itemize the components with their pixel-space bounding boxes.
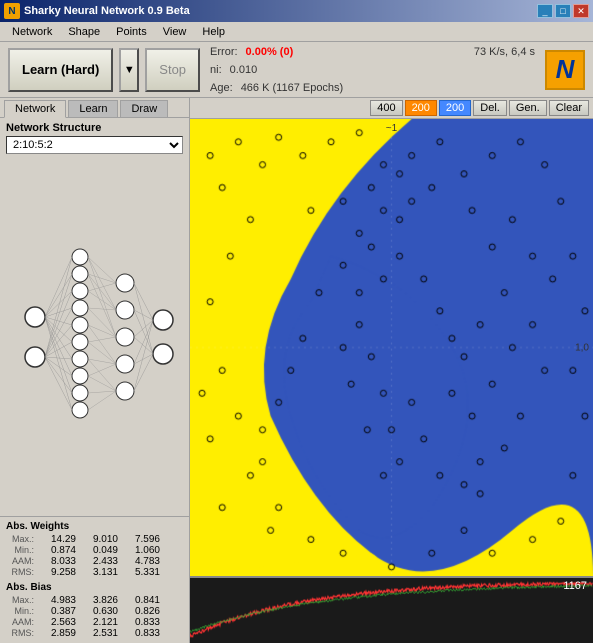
- tab-network[interactable]: Network: [4, 100, 66, 118]
- menu-points[interactable]: Points: [108, 24, 155, 40]
- tab-draw[interactable]: Draw: [120, 100, 168, 117]
- title-bar: N Sharky Neural Network 0.9 Beta _ □ ✕: [0, 0, 593, 22]
- canvas-right-label: 1,0: [575, 342, 589, 353]
- error-label: Error:: [210, 43, 238, 61]
- dropdown-arrow: ▼: [124, 64, 135, 76]
- stop-button[interactable]: Stop: [145, 48, 200, 92]
- abs-weights-title: Abs. Weights: [6, 521, 183, 532]
- nn-diagram: [0, 158, 189, 516]
- menu-bar: Network Shape Points View Help: [0, 22, 593, 42]
- window-controls: _ □ ✕: [537, 4, 589, 18]
- learn-button[interactable]: Learn (Hard): [8, 48, 113, 92]
- w-max-v1: 14.29: [36, 534, 78, 545]
- b-max-label: Max.:: [6, 595, 36, 606]
- b-rms-v3: 0.833: [120, 628, 162, 639]
- minimize-button[interactable]: _: [537, 4, 553, 18]
- gen-button[interactable]: Gen.: [509, 100, 547, 116]
- b-max-v1: 4.983: [36, 595, 78, 606]
- age-value: 466 K (1167 Epochs): [241, 79, 344, 97]
- epoch-label: 1167: [563, 580, 587, 592]
- abs-weights-grid: Max.: 14.29 9.010 7.596 Min.: 0.874 0.04…: [6, 534, 183, 578]
- app-wrapper: N Sharky Neural Network 0.9 Beta _ □ ✕ N…: [0, 0, 593, 643]
- b-aam-v1: 2.563: [36, 617, 78, 628]
- w-max-label: Max.:: [6, 534, 36, 545]
- canvas-top-label: ~1: [386, 123, 397, 134]
- b-rms-v1: 2.859: [36, 628, 78, 639]
- app-icon: N: [4, 3, 20, 19]
- view-toolbar: 400 200 200 Del. Gen. Clear: [190, 98, 593, 119]
- b-min-v1: 0.387: [36, 606, 78, 617]
- del-button[interactable]: Del.: [473, 100, 507, 116]
- abs-bias-title: Abs. Bias: [6, 582, 183, 593]
- abs-bias-grid: Max.: 4.983 3.826 0.841 Min.: 0.387 0.63…: [6, 595, 183, 639]
- b-rms-v2: 2.531: [78, 628, 120, 639]
- ni-row: ni: 0.010: [210, 61, 535, 79]
- b-max-v2: 3.826: [78, 595, 120, 606]
- b-min-label: Min.:: [6, 606, 36, 617]
- b-aam-v3: 0.833: [120, 617, 162, 628]
- network-structure-label: Network Structure: [0, 118, 189, 136]
- content-area: Network Learn Draw Network Structure 2:1…: [0, 98, 593, 643]
- speed-value: 73 K/s, 6,4 s: [474, 43, 535, 61]
- left-panel: Network Learn Draw Network Structure 2:1…: [0, 98, 190, 643]
- btn-200a[interactable]: 200: [405, 100, 437, 116]
- clear-button[interactable]: Clear: [549, 100, 589, 116]
- w-min-v1: 0.874: [36, 545, 78, 556]
- b-min-v2: 0.630: [78, 606, 120, 617]
- n-logo: N: [545, 50, 585, 90]
- w-min-v2: 0.049: [78, 545, 120, 556]
- w-aam-label: AAM:: [6, 556, 36, 567]
- age-row: Age: 466 K (1167 Epochs): [210, 79, 535, 97]
- stats-section: Abs. Weights Max.: 14.29 9.010 7.596 Min…: [0, 516, 189, 643]
- b-rms-label: RMS:: [6, 628, 36, 639]
- b-max-v3: 0.841: [120, 595, 162, 606]
- tab-bar: Network Learn Draw: [0, 98, 189, 118]
- menu-view[interactable]: View: [155, 24, 195, 40]
- w-min-label: Min.:: [6, 545, 36, 556]
- close-button[interactable]: ✕: [573, 4, 589, 18]
- error-row: Error: 0.00% (0) 73 K/s, 6,4 s: [210, 43, 535, 61]
- error-chart-canvas[interactable]: [190, 578, 593, 643]
- menu-help[interactable]: Help: [194, 24, 233, 40]
- scatter-area: ~1 1,0: [190, 119, 593, 576]
- right-panel: 400 200 200 Del. Gen. Clear ~1 1,0 1167: [190, 98, 593, 643]
- w-aam-v1: 8.033: [36, 556, 78, 567]
- b-aam-label: AAM:: [6, 617, 36, 628]
- toolbar: Learn (Hard) ▼ Stop Error: 0.00% (0) 73 …: [0, 42, 593, 98]
- age-label: Age:: [210, 79, 233, 97]
- b-aam-v2: 2.121: [78, 617, 120, 628]
- w-rms-v1: 9.258: [36, 567, 78, 578]
- window-title: Sharky Neural Network 0.9 Beta: [24, 5, 190, 17]
- maximize-button[interactable]: □: [555, 4, 571, 18]
- bottom-chart: 1167: [190, 576, 593, 643]
- learn-dropdown-button[interactable]: ▼: [119, 48, 139, 92]
- tab-learn[interactable]: Learn: [68, 100, 118, 117]
- w-min-v3: 1.060: [120, 545, 162, 556]
- w-rms-v2: 3.131: [78, 567, 120, 578]
- w-rms-label: RMS:: [6, 567, 36, 578]
- ni-label: ni:: [210, 61, 222, 79]
- menu-network[interactable]: Network: [4, 24, 60, 40]
- b-min-v3: 0.826: [120, 606, 162, 617]
- w-max-v2: 9.010: [78, 534, 120, 545]
- title-left: N Sharky Neural Network 0.9 Beta: [4, 3, 190, 19]
- neural-network-svg: [15, 237, 175, 437]
- toolbar-stats: Error: 0.00% (0) 73 K/s, 6,4 s ni: 0.010…: [206, 41, 539, 99]
- w-aam-v3: 4.783: [120, 556, 162, 567]
- btn-200b[interactable]: 200: [439, 100, 471, 116]
- scatter-canvas[interactable]: [190, 119, 593, 576]
- menu-shape[interactable]: Shape: [60, 24, 108, 40]
- network-structure-select[interactable]: 2:10:5:2: [6, 136, 183, 154]
- btn-400[interactable]: 400: [370, 100, 402, 116]
- w-rms-v3: 5.331: [120, 567, 162, 578]
- error-value: 0.00% (0): [246, 43, 294, 61]
- w-max-v3: 7.596: [120, 534, 162, 545]
- ni-value: 0.010: [230, 61, 258, 79]
- w-aam-v2: 2.433: [78, 556, 120, 567]
